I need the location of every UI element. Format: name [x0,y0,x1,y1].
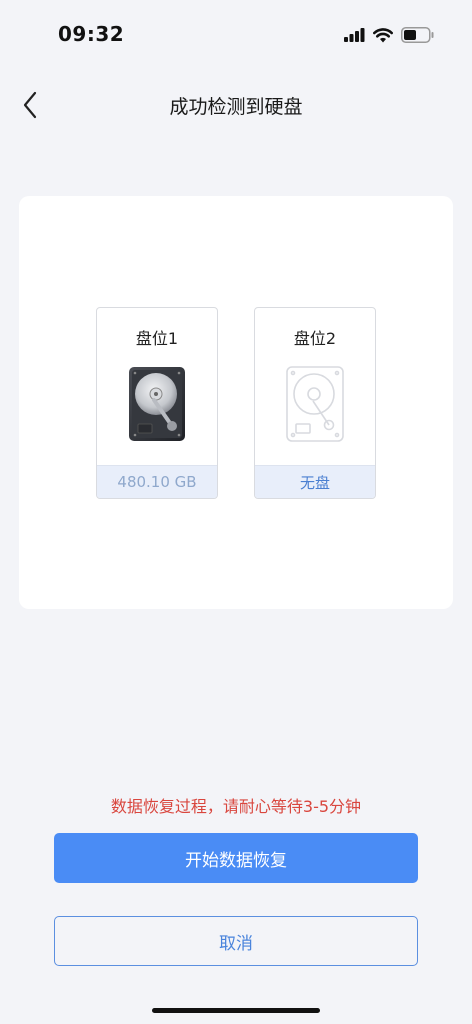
slot-label: 盘位1 [135,329,179,348]
wifi-icon [373,27,393,42]
hard-drive-icon [129,367,185,441]
hard-drive-outline-icon [286,366,344,442]
status-time: 09:32 [58,22,125,46]
home-indicator [152,1008,320,1013]
slot-status: 无盘 [255,465,375,498]
status-icons [344,25,434,45]
nav-bar: 成功检测到硬盘 [0,80,472,130]
slot-capacity: 480.10 GB [97,465,217,498]
start-recovery-button[interactable]: 开始数据恢复 [54,833,418,883]
disk-slot-2[interactable]: 盘位2 无盘 [254,307,376,499]
disk-slots-card: 盘位1 480.10 GB 盘位2 无盘 [19,196,453,609]
status-bar: 09:32 [0,0,472,64]
signal-icon [344,28,365,42]
cancel-button[interactable]: 取消 [54,916,418,966]
slot-label: 盘位2 [293,329,337,348]
disk-slot-1[interactable]: 盘位1 480.10 GB [96,307,218,499]
recovery-hint: 数据恢复过程，请耐心等待3-5分钟 [110,797,362,816]
battery-icon [401,27,434,43]
page-title: 成功检测到硬盘 [169,96,303,118]
